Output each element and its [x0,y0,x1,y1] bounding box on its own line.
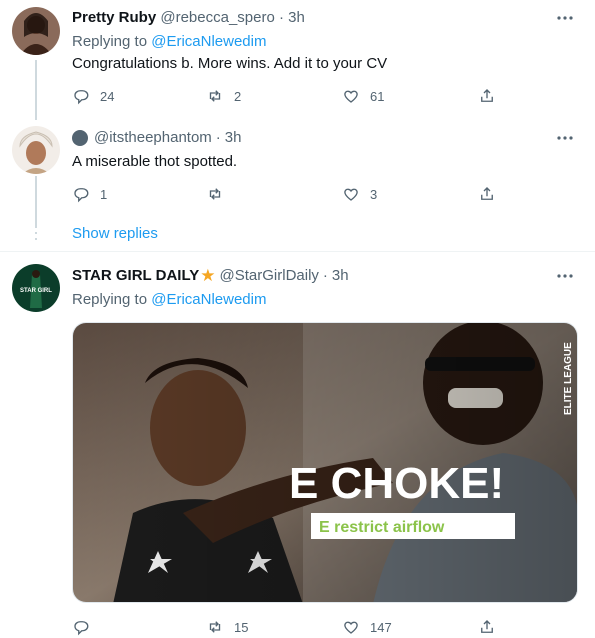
default-avatar-dot [72,130,88,146]
like-count: 61 [370,88,385,104]
replying-to-label: Replying to [72,291,148,308]
share-icon [481,89,493,102]
timestamp[interactable]: 3h [225,128,242,148]
thread-more-dots [35,226,37,240]
tweet-header: Pretty Ruby @rebecca_spero · 3h [72,8,305,28]
media-watermark: ELITE LEAGUE [563,342,574,415]
replying-to: Replying to @EricaNlewedim [72,32,266,52]
thread-line [35,60,37,120]
avatar[interactable] [12,126,60,174]
separator: · [322,267,328,284]
like-icon [344,621,358,634]
retweet-button[interactable] [206,184,234,204]
replying-to: Replying to @EricaNlewedim [72,290,266,310]
reply-icon [74,188,89,203]
user-handle[interactable]: @rebecca_spero [160,9,274,26]
timestamp[interactable]: 3h [332,266,349,286]
media-illustration: E CHOKE! E restrict airflow ELITE LEAGUE [73,323,577,602]
like-count: 147 [370,619,392,635]
reply-icon [74,621,89,636]
like-icon [344,188,358,201]
replying-to-handle[interactable]: @EricaNlewedim [151,291,266,308]
separator: · [215,129,221,146]
action-bar: 24 2 61 [72,86,502,106]
retweet-icon [209,188,221,200]
like-icon [344,90,358,103]
avatar[interactable]: STAR GIRL [12,264,60,312]
share-button[interactable] [478,184,506,204]
share-icon [481,620,493,633]
share-button[interactable] [478,617,506,637]
replying-to-handle[interactable]: @EricaNlewedim [151,33,266,50]
reply-count: 1 [100,186,108,202]
reply-icon [74,90,89,105]
like-count: 3 [370,186,378,202]
retweet-count: 15 [234,619,249,635]
share-icon [481,187,493,200]
retweet-button[interactable]: 15 [206,617,248,637]
tweet-text: Congratulations b. More wins. Add it to … [72,55,388,72]
show-replies-link[interactable]: Show replies [72,225,158,242]
tweet-header: STAR GIRL DAILY ★ @StarGirlDaily · 3h [72,266,349,286]
avatar[interactable] [12,7,60,55]
tweet-2[interactable]: @itstheephantom · 3h A miserable thot sp… [0,120,595,250]
reply-button[interactable]: 1 [72,184,107,204]
display-name[interactable]: STAR GIRL DAILY [72,266,199,286]
tweet-text: A miserable thot spotted. [72,153,238,170]
reply-button[interactable]: 24 [72,86,114,106]
like-button[interactable]: 61 [342,86,384,106]
media-headline: E CHOKE! [289,459,504,508]
more-icon[interactable] [555,8,575,28]
like-button[interactable]: 3 [342,184,377,204]
more-icon[interactable] [555,266,575,286]
replying-to-label: Replying to [72,33,148,50]
like-button[interactable]: 147 [342,617,392,637]
retweet-icon [209,90,221,102]
retweet-icon [209,621,221,633]
tweet-1[interactable]: Pretty Ruby @rebecca_spero · 3h Replying… [0,0,595,120]
retweet-button[interactable]: 2 [206,86,241,106]
tweet-media-image[interactable]: E CHOKE! E restrict airflow ELITE LEAGUE [72,322,578,603]
separator: · [279,9,284,26]
reply-button[interactable] [72,617,100,637]
timestamp[interactable]: 3h [288,9,305,26]
star-badge-icon: ★ [200,266,216,285]
more-icon[interactable] [555,128,575,148]
svg-text:STAR GIRL: STAR GIRL [20,288,52,294]
user-handle[interactable]: @StarGirlDaily [220,266,319,286]
reply-count: 24 [100,88,115,104]
media-subline: E restrict airflow [319,519,445,536]
share-button[interactable] [478,86,506,106]
tweet-header: @itstheephantom · 3h [72,128,241,148]
action-bar: 1 3 [72,184,502,204]
display-name[interactable]: Pretty Ruby [72,9,156,26]
thread-line [35,176,37,226]
action-bar: 15 147 [72,617,502,637]
retweet-count: 2 [234,88,242,104]
user-handle[interactable]: @itstheephantom [94,128,212,148]
